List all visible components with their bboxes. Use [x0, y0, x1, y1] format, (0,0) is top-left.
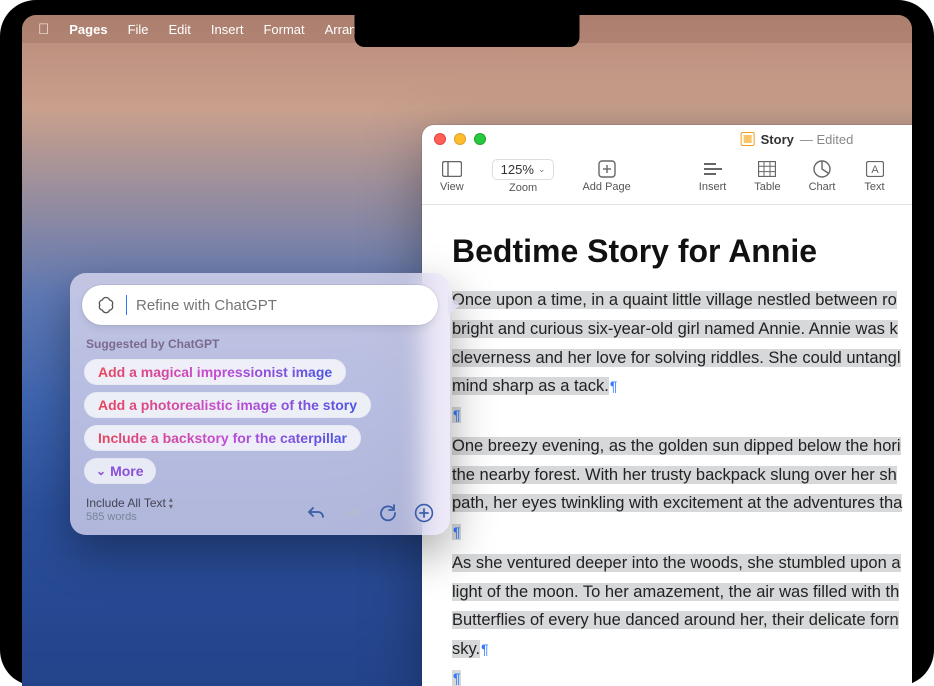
suggested-by-label: Suggested by ChatGPT: [82, 325, 438, 359]
chevron-down-icon: ⌄: [96, 464, 106, 478]
selected-text: the nearby forest. With her trusty backp…: [452, 466, 897, 484]
text-cursor: [126, 295, 127, 315]
toolbar-add-page-button[interactable]: Add Page: [572, 157, 640, 196]
sidebar-icon: [441, 159, 463, 179]
selected-text: path, her eyes twinkling with excitement…: [452, 494, 902, 512]
fullscreen-button[interactable]: [474, 133, 486, 145]
toolbar-view-label: View: [440, 181, 464, 193]
selected-text: As she ventured deeper into the woods, s…: [452, 554, 901, 572]
document-name: Story: [761, 132, 794, 147]
document-heading[interactable]: Bedtime Story for Annie: [422, 205, 912, 288]
paragraph-mark-icon: ¶: [480, 641, 489, 657]
paragraph-mark-icon: ¶: [609, 378, 618, 394]
add-button[interactable]: [414, 503, 434, 523]
selected-text: light of the moon. To her amazement, the…: [452, 583, 899, 601]
toolbar-chart-label: Chart: [809, 181, 836, 193]
redo-button[interactable]: [342, 503, 362, 523]
paragraph-mark-icon: ¶: [452, 670, 461, 686]
menu-edit[interactable]: Edit: [169, 22, 191, 37]
include-scope-selector[interactable]: Include All Text ▴▾: [86, 496, 173, 510]
refine-panel: Suggested by ChatGPT Add a magical impre…: [70, 273, 450, 535]
toolbar-text-label: Text: [864, 181, 884, 193]
menu-insert[interactable]: Insert: [211, 22, 244, 37]
toolbar-zoom-control[interactable]: 125% ⌄ Zoom: [482, 157, 565, 196]
more-suggestions-button[interactable]: ⌄ More: [84, 458, 156, 484]
toolbar-view-button[interactable]: View: [430, 157, 474, 196]
selected-text: Once upon a time, in a quaint little vil…: [452, 291, 897, 309]
window-controls: [434, 133, 486, 145]
toolbar-zoom-label: Zoom: [509, 182, 537, 194]
window-title: Story — Edited: [741, 132, 854, 147]
plus-square-icon: [596, 159, 618, 179]
pages-toolbar: View 125% ⌄ Zoom Add Page: [422, 153, 912, 205]
paragraph-mark-icon: ¶: [452, 407, 461, 423]
laptop-frame:  Pages File Edit Insert Format Arrange …: [0, 0, 934, 686]
text-icon: A: [864, 159, 886, 179]
suggestion-chip[interactable]: Include a backstory for the caterpillar: [84, 425, 361, 451]
document-body[interactable]: Once upon a time, in a quaint little vil…: [422, 288, 912, 686]
selected-text: Butterflies of every hue danced around h…: [452, 611, 899, 629]
minimize-button[interactable]: [454, 133, 466, 145]
desktop:  Pages File Edit Insert Format Arrange …: [22, 15, 912, 686]
toolbar-text-button[interactable]: A Text: [854, 157, 896, 196]
window-titlebar: Story — Edited: [422, 125, 912, 153]
chatgpt-icon: [96, 295, 116, 315]
selected-text: One breezy evening, as the golden sun di…: [452, 437, 901, 455]
refresh-button[interactable]: [378, 503, 398, 523]
suggestion-list: Add a magical impressionist image Add a …: [82, 359, 438, 484]
zoom-value: 125%: [501, 162, 534, 177]
menu-app-name[interactable]: Pages: [69, 22, 107, 37]
paragraph-mark-icon: ¶: [452, 524, 461, 540]
updown-icon: ▴▾: [169, 496, 173, 510]
toolbar-insert-label: Insert: [699, 181, 727, 193]
undo-button[interactable]: [306, 503, 326, 523]
display-notch: [355, 15, 580, 47]
toolbar-chart-button[interactable]: Chart: [799, 157, 846, 196]
toolbar-table-label: Table: [754, 181, 780, 193]
table-icon: [756, 159, 778, 179]
selected-text: sky.: [452, 640, 480, 658]
menu-file[interactable]: File: [128, 22, 149, 37]
toolbar-shape-button[interactable]: Shape: [904, 157, 913, 196]
toolbar-table-button[interactable]: Table: [744, 157, 790, 196]
close-button[interactable]: [434, 133, 446, 145]
document-icon: [741, 132, 755, 146]
selected-text: mind sharp as a tack.: [452, 377, 609, 395]
menu-format[interactable]: Format: [263, 22, 304, 37]
chart-icon: [811, 159, 833, 179]
refine-input-row[interactable]: [82, 285, 438, 325]
word-count-label: 585 words: [86, 511, 173, 523]
suggestion-chip[interactable]: Add a magical impressionist image: [84, 359, 346, 385]
apple-menu-icon[interactable]: : [38, 21, 49, 38]
pages-window: Story — Edited View 125% ⌄: [422, 125, 912, 686]
toolbar-add-page-label: Add Page: [582, 181, 630, 193]
refine-input[interactable]: [136, 297, 424, 314]
svg-text:A: A: [871, 164, 879, 176]
chevron-down-icon: ⌄: [538, 164, 546, 175]
suggestion-chip[interactable]: Add a photorealistic image of the story: [84, 392, 371, 418]
selected-text: bright and curious six-year-old girl nam…: [452, 320, 898, 338]
insert-icon: [702, 159, 724, 179]
toolbar-insert-button[interactable]: Insert: [689, 157, 737, 196]
selected-text: cleverness and her love for solving ridd…: [452, 349, 901, 367]
document-edited-label: — Edited: [800, 132, 853, 147]
refine-footer: Include All Text ▴▾ 585 words: [82, 484, 438, 525]
